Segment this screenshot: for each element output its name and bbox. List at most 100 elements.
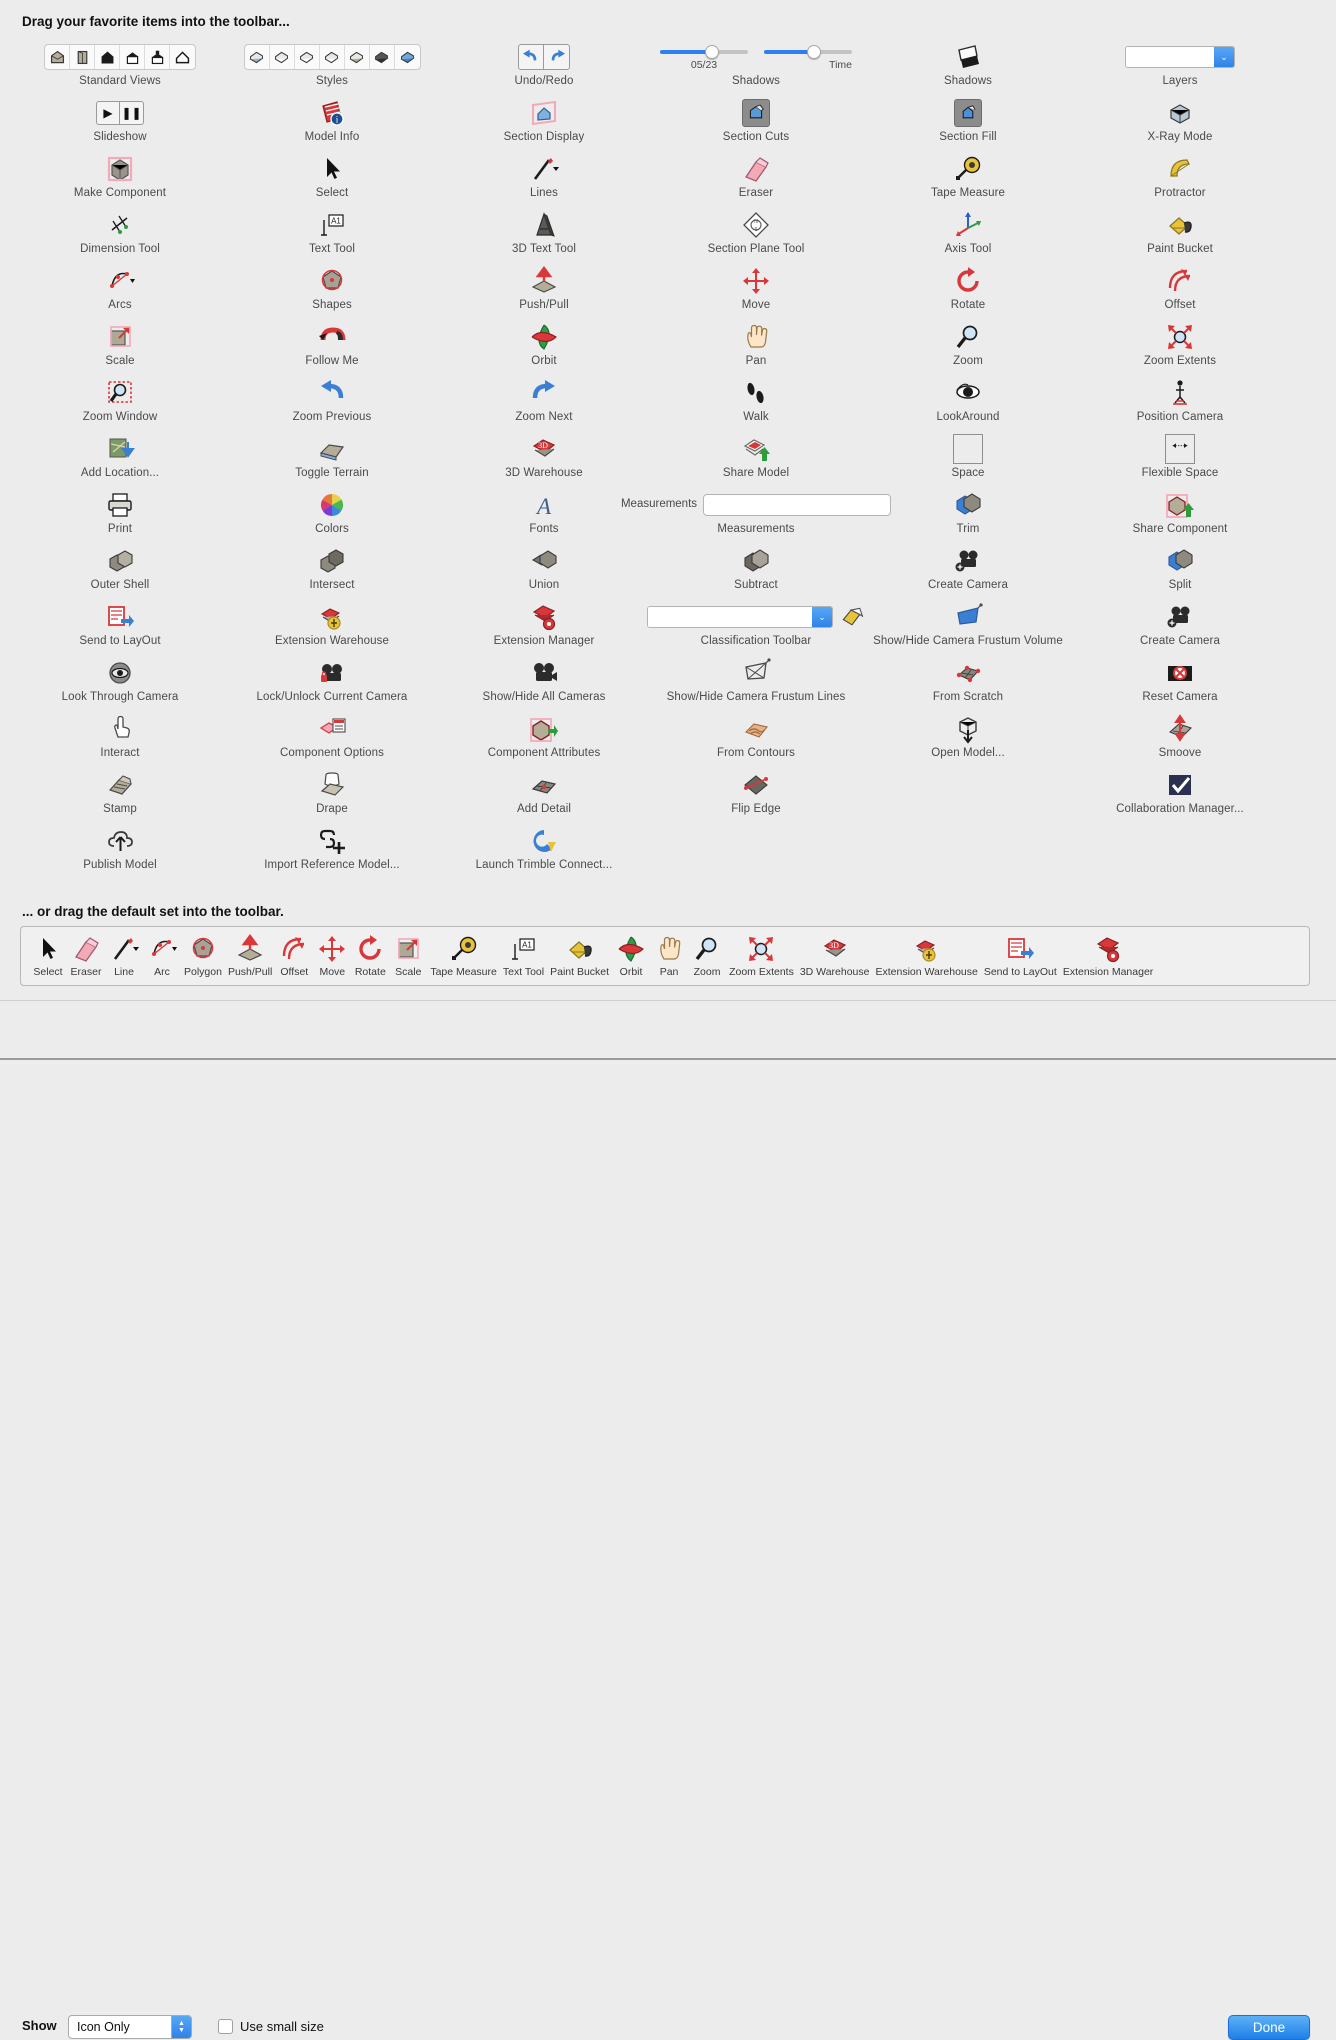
palette-item-shapes[interactable]: Shapes: [226, 264, 438, 320]
palette-item-split[interactable]: Split: [1074, 544, 1286, 600]
palette-item-zoom-previous[interactable]: Zoom Previous: [226, 376, 438, 432]
palette-item-text-tool[interactable]: A1Text Tool: [226, 208, 438, 264]
palette-item-orbit[interactable]: Orbit: [438, 320, 650, 376]
palette-item-eraser[interactable]: Eraser: [650, 152, 862, 208]
palette-item-launch-trimble-connect[interactable]: Launch Trimble Connect...: [384, 824, 704, 880]
style-button-3[interactable]: [320, 45, 345, 69]
default-tool-extension-manager[interactable]: Extension Manager: [1060, 934, 1156, 978]
palette-item-smoove[interactable]: Smoove: [1074, 712, 1286, 768]
palette-item-extension-warehouse[interactable]: Extension Warehouse: [226, 600, 438, 656]
palette-item-union[interactable]: Union: [438, 544, 650, 600]
default-tool-zoom-extents[interactable]: Zoom Extents: [726, 934, 797, 978]
style-button-0[interactable]: [245, 45, 270, 69]
stepper-arrows-icon[interactable]: ▲▼: [171, 2016, 191, 2038]
palette-item-open-model[interactable]: Open Model...: [862, 712, 1074, 768]
palette-item-section-cuts[interactable]: Section Cuts: [650, 96, 862, 152]
palette-item-fonts[interactable]: AFonts: [438, 488, 650, 544]
default-tool-orbit[interactable]: Orbit: [612, 934, 650, 978]
palette-item-section-display[interactable]: Section Display: [438, 96, 650, 152]
palette-item-subtract[interactable]: Subtract: [650, 544, 862, 600]
default-tool-paint-bucket[interactable]: Paint Bucket: [547, 934, 612, 978]
palette-item-move[interactable]: Move: [650, 264, 862, 320]
use-small-size-checkbox[interactable]: [218, 2019, 233, 2034]
layers-select[interactable]: ⌄: [1125, 46, 1235, 68]
palette-item-add-detail[interactable]: Add Detail: [438, 768, 650, 824]
styles-strip[interactable]: [244, 44, 421, 70]
play-icon[interactable]: ▶: [97, 102, 120, 124]
palette-item-follow-me[interactable]: Follow Me: [226, 320, 438, 376]
standard-view-button-0[interactable]: [45, 45, 70, 69]
palette-item-section-fill[interactable]: Section Fill: [862, 96, 1074, 152]
palette-item-stamp[interactable]: Stamp: [14, 768, 226, 824]
palette-item-model-info[interactable]: iModel Info: [226, 96, 438, 152]
default-tool-send-to-layout[interactable]: Send to LayOut: [981, 934, 1060, 978]
palette-item-undo-redo[interactable]: Undo/Redo: [438, 40, 650, 96]
palette-item-section-plane-tool[interactable]: NSSection Plane Tool: [650, 208, 862, 264]
toolbar-item-palette[interactable]: Standard Views▶❚❚SlideshowMake Component…: [0, 40, 1336, 890]
section-cuts-icon[interactable]: [742, 99, 770, 127]
default-tool-line[interactable]: Line: [105, 934, 143, 978]
default-tool-zoom[interactable]: Zoom: [688, 934, 726, 978]
shadows-sliders[interactable]: 05/23Time: [660, 44, 852, 71]
standard-view-button-3[interactable]: [120, 45, 145, 69]
palette-item-flip-edge[interactable]: Flip Edge: [650, 768, 862, 824]
default-tool-eraser[interactable]: Eraser: [67, 934, 105, 978]
default-tool-tape-measure[interactable]: Tape Measure: [427, 934, 500, 978]
palette-item-toggle-terrain[interactable]: Toggle Terrain: [226, 432, 438, 488]
palette-item-send-to-layout[interactable]: Send to LayOut: [14, 600, 226, 656]
redo-icon[interactable]: [544, 45, 569, 69]
palette-item-pan[interactable]: Pan: [650, 320, 862, 376]
style-button-4[interactable]: [345, 45, 370, 69]
palette-item-extension-manager[interactable]: Extension Manager: [438, 600, 650, 656]
palette-item-x-ray-mode[interactable]: X-Ray Mode: [1074, 96, 1286, 152]
palette-item-lines[interactable]: Lines: [438, 152, 650, 208]
palette-item-lookaround[interactable]: LookAround: [862, 376, 1074, 432]
palette-item-drape[interactable]: Drape: [226, 768, 438, 824]
palette-item-scale[interactable]: Scale: [14, 320, 226, 376]
default-tool-move[interactable]: Move: [313, 934, 351, 978]
palette-item-make-component[interactable]: Make Component: [14, 152, 226, 208]
palette-item-trim[interactable]: Trim: [862, 488, 1074, 544]
style-button-1[interactable]: [270, 45, 295, 69]
default-tool-arc[interactable]: Arc: [143, 934, 181, 978]
palette-item-position-camera[interactable]: Position Camera: [1074, 376, 1286, 432]
default-tool-select[interactable]: Select: [29, 934, 67, 978]
undo-redo-buttons[interactable]: [518, 44, 570, 70]
default-tool-3d-warehouse[interactable]: 3D3D Warehouse: [797, 934, 873, 978]
palette-item-zoom-extents[interactable]: Zoom Extents: [1074, 320, 1286, 376]
palette-item-intersect[interactable]: Intersect: [226, 544, 438, 600]
palette-item-3d-text-tool[interactable]: 3D Text Tool: [438, 208, 650, 264]
palette-item-offset[interactable]: Offset: [1074, 264, 1286, 320]
palette-item-from-scratch[interactable]: From Scratch: [862, 656, 1074, 712]
palette-item-push-pull[interactable]: Push/Pull: [438, 264, 650, 320]
palette-item-dimension-tool[interactable]: Dimension Tool: [14, 208, 226, 264]
palette-item-collaboration-manager[interactable]: Collaboration Manager...: [1020, 768, 1336, 824]
palette-item-space[interactable]: Space: [862, 432, 1074, 488]
slideshow-play-pause[interactable]: ▶❚❚: [96, 101, 144, 125]
palette-item-interact[interactable]: Interact: [14, 712, 226, 768]
palette-item-shadows[interactable]: 05/23TimeShadows: [650, 40, 862, 96]
shadow-time-slider[interactable]: Time: [764, 44, 852, 71]
palette-item-shadows[interactable]: Shadows: [862, 40, 1074, 96]
measurements-row[interactable]: Measurements: [621, 494, 891, 516]
standard-view-button-1[interactable]: [70, 45, 95, 69]
style-button-6[interactable]: [395, 45, 420, 69]
style-button-2[interactable]: [295, 45, 320, 69]
standard-view-button-5[interactable]: [170, 45, 195, 69]
default-tool-scale[interactable]: Scale: [389, 934, 427, 978]
palette-item-create-camera[interactable]: Create Camera: [1074, 600, 1286, 656]
palette-item-flexible-space[interactable]: Flexible Space: [1074, 432, 1286, 488]
palette-item-create-camera[interactable]: Create Camera: [862, 544, 1074, 600]
default-tool-text-tool[interactable]: A1Text Tool: [500, 934, 547, 978]
palette-item-walk[interactable]: Walk: [650, 376, 862, 432]
default-tool-extension-warehouse[interactable]: Extension Warehouse: [873, 934, 981, 978]
palette-item-print[interactable]: Print: [14, 488, 226, 544]
palette-item-3d-warehouse[interactable]: 3D3D Warehouse: [438, 432, 650, 488]
done-button[interactable]: Done: [1228, 2015, 1310, 2040]
palette-item-arcs[interactable]: Arcs: [14, 264, 226, 320]
chevron-down-icon[interactable]: ⌄: [1214, 47, 1234, 67]
pause-icon[interactable]: ❚❚: [120, 102, 143, 124]
palette-item-component-options[interactable]: Component Options: [226, 712, 438, 768]
standard-view-button-4[interactable]: [145, 45, 170, 69]
default-tool-push-pull[interactable]: Push/Pull: [225, 934, 275, 978]
